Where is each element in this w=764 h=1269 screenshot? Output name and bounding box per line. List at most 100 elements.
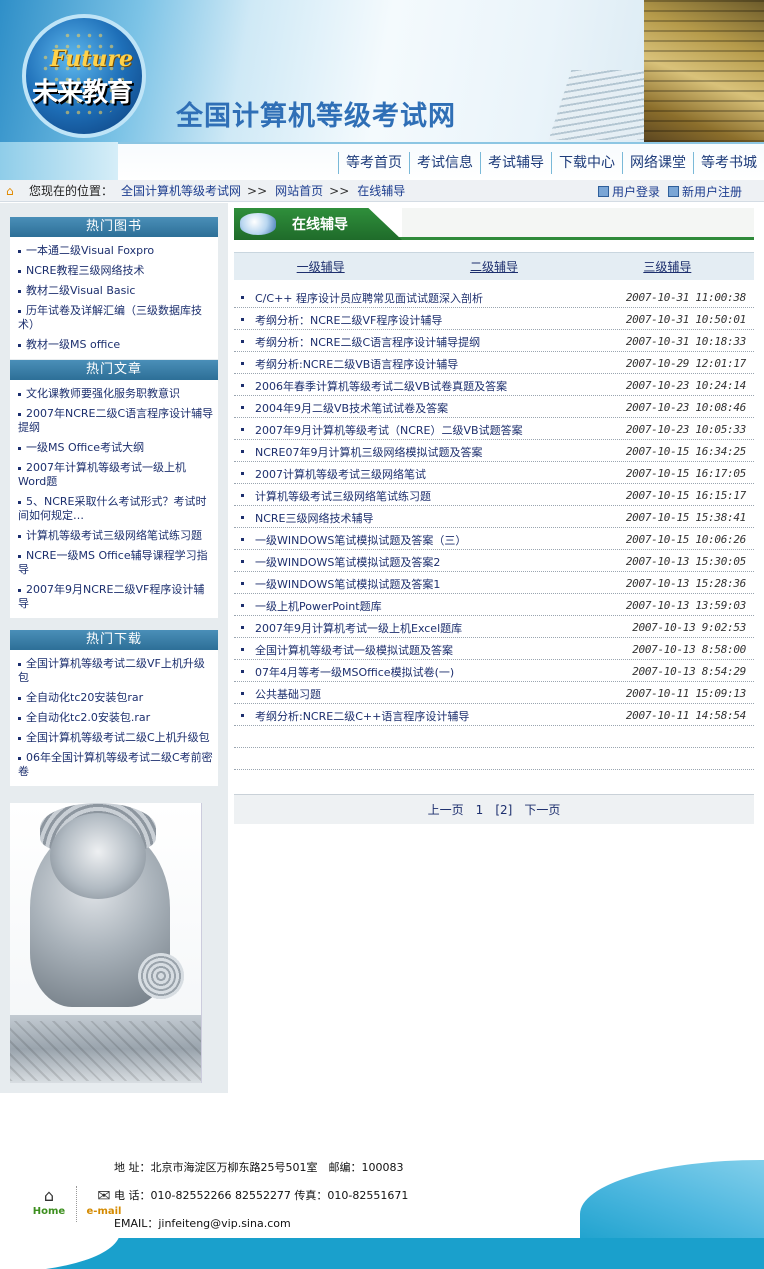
article-title-link[interactable]: 考纲分析：NCRE二级C语言程序设计辅导提纲: [255, 334, 480, 350]
article-row[interactable]: 考纲分析:NCRE二级C++语言程序设计辅导 2007-10-11 14:58:5…: [234, 704, 754, 726]
nav-home[interactable]: 等考首页: [338, 152, 409, 174]
empty-row: [234, 748, 754, 770]
page-2-link[interactable]: [2]: [495, 803, 512, 817]
tab-level-2[interactable]: 二级辅导: [407, 258, 580, 275]
hot-article-link[interactable]: 2007年NCRE二级C语言程序设计辅导提纲: [18, 407, 213, 434]
list-item[interactable]: 一级MS Office考试大纲: [18, 438, 214, 458]
tab-level-1[interactable]: 一级辅导: [234, 258, 407, 275]
nav-online-class[interactable]: 网络课堂: [622, 152, 693, 174]
hot-article-link[interactable]: 计算机等级考试三级网络笔试练习题: [26, 529, 202, 542]
prev-page-link[interactable]: 上一页: [428, 801, 464, 818]
article-row[interactable]: 一级WINDOWS笔试模拟试题及答案2 2007-10-13 15:30:05: [234, 550, 754, 572]
article-row[interactable]: 计算机等级考试三级网络笔试练习题 2007-10-15 16:15:17: [234, 484, 754, 506]
article-row[interactable]: 2004年9月二级VB技术笔试试卷及答案 2007-10-23 10:08:46: [234, 396, 754, 418]
bullet: [18, 269, 21, 273]
hot-download-link[interactable]: 全自动化tc20安装包rar: [26, 691, 143, 704]
list-item[interactable]: 全自动化tc20安装包rar: [18, 688, 214, 708]
article-row[interactable]: 2007年9月计算机等级考试（NCRE）二级VB试题答案 2007-10-23 1…: [234, 418, 754, 440]
article-row[interactable]: NCRE三级网络技术辅导 2007-10-15 15:38:41: [234, 506, 754, 528]
hot-book-link[interactable]: 教材一级MS office: [26, 338, 120, 351]
article-row[interactable]: 全国计算机等级考试一级模拟试题及答案 2007-10-13 8:58:00: [234, 638, 754, 660]
footer-home-link[interactable]: ⌂ Home: [30, 1186, 68, 1222]
article-title-link[interactable]: 一级上机PowerPoint题库: [255, 598, 382, 614]
list-item[interactable]: 文化课教师要强化服务职教意识: [18, 384, 214, 404]
hot-book-link[interactable]: 一本通二级Visual Foxpro: [26, 244, 154, 257]
article-row[interactable]: 考纲分析：NCRE二级C语言程序设计辅导提纲 2007-10-31 10:18:3…: [234, 330, 754, 352]
hot-article-link[interactable]: NCRE一级MS Office辅导课程学习指导: [18, 549, 208, 576]
hot-download-link[interactable]: 全国计算机等级考试二级VF上机升级包: [18, 657, 205, 684]
article-row[interactable]: 2007年9月计算机考试一级上机Excel题库 2007-10-13 9:02:5…: [234, 616, 754, 638]
article-title-link[interactable]: 一级WINDOWS笔试模拟试题及答案1: [255, 576, 440, 592]
article-title-link[interactable]: 2007年9月计算机考试一级上机Excel题库: [255, 620, 462, 636]
bullet: [241, 648, 244, 651]
article-row[interactable]: NCRE07年9月计算机三级网络模拟试题及答案 2007-10-15 16:34:…: [234, 440, 754, 462]
hot-book-link[interactable]: NCRE教程三级网络技术: [26, 264, 145, 277]
footer-email[interactable]: EMAIL：jinfeiteng@vip.sina.com: [114, 1210, 408, 1238]
list-item[interactable]: 历年试卷及详解汇编（三级数据库技术）: [18, 301, 214, 335]
hot-article-link[interactable]: 文化课教师要强化服务职教意识: [26, 387, 180, 400]
article-title-link[interactable]: 公共基础习题: [255, 686, 321, 702]
breadcrumb-home[interactable]: 网站首页: [275, 182, 323, 199]
login-link[interactable]: 用户登录: [597, 183, 660, 200]
breadcrumb-current[interactable]: 在线辅导: [357, 182, 405, 199]
tab-level-3[interactable]: 三级辅导: [581, 258, 754, 275]
nav-download-center[interactable]: 下载中心: [551, 152, 622, 174]
list-item[interactable]: 全国计算机等级考试二级VF上机升级包: [18, 654, 214, 688]
nav-exam-tutoring[interactable]: 考试辅导: [480, 152, 551, 174]
list-item[interactable]: 2007年计算机等级考试一级上机Word题: [18, 458, 214, 492]
list-item[interactable]: 计算机等级考试三级网络笔试练习题: [18, 526, 214, 546]
list-item[interactable]: 全自动化tc2.0安装包.rar: [18, 708, 214, 728]
hot-article-link[interactable]: 一级MS Office考试大纲: [26, 441, 144, 454]
article-title-link[interactable]: C/C++ 程序设计员应聘常见面试试题深入剖析: [255, 290, 483, 306]
article-row[interactable]: 公共基础习题 2007-10-11 15:09:13: [234, 682, 754, 704]
hot-article-link[interactable]: 2007年9月NCRE二级VF程序设计辅导: [18, 583, 204, 610]
nav-bookstore[interactable]: 等考书城: [693, 152, 764, 174]
list-item[interactable]: 教材二级Visual Basic: [18, 281, 214, 301]
article-title-link[interactable]: 一级WINDOWS笔试模拟试题及答案2: [255, 554, 440, 570]
list-item[interactable]: 一本通二级Visual Foxpro: [18, 241, 214, 261]
article-row[interactable]: 2006年春季计算机等级考试二级VB试卷真题及答案 2007-10-23 10:2…: [234, 374, 754, 396]
article-title-link[interactable]: 考纲分析:NCRE二级VB语言程序设计辅导: [255, 356, 458, 372]
list-item[interactable]: 2007年NCRE二级C语言程序设计辅导提纲: [18, 404, 214, 438]
article-row[interactable]: 一级WINDOWS笔试模拟试题及答案（三） 2007-10-15 10:06:26: [234, 528, 754, 550]
hot-book-link[interactable]: 历年试卷及详解汇编（三级数据库技术）: [18, 304, 202, 331]
article-title-link[interactable]: NCRE三级网络技术辅导: [255, 510, 374, 526]
article-title-link[interactable]: 计算机等级考试三级网络笔试练习题: [255, 488, 431, 504]
hot-book-link[interactable]: 教材二级Visual Basic: [26, 284, 135, 297]
hot-download-link[interactable]: 06年全国计算机等级考试二级C考前密卷: [18, 751, 213, 778]
article-row[interactable]: 2007计算机等级考试三级网络笔试 2007-10-15 16:17:05: [234, 462, 754, 484]
article-row[interactable]: 一级上机PowerPoint题库 2007-10-13 13:59:03: [234, 594, 754, 616]
article-title-link[interactable]: 2006年春季计算机等级考试二级VB试卷真题及答案: [255, 378, 507, 394]
hot-download-link[interactable]: 全国计算机等级考试二级C上机升级包: [26, 731, 210, 744]
article-title-link[interactable]: 全国计算机等级考试一级模拟试题及答案: [255, 642, 453, 658]
article-title-link[interactable]: 2004年9月二级VB技术笔试试卷及答案: [255, 400, 448, 416]
nav-exam-info[interactable]: 考试信息: [409, 152, 480, 174]
list-item[interactable]: NCRE一级MS Office辅导课程学习指导: [18, 546, 214, 580]
article-title-link[interactable]: 考纲分析:NCRE二级C++语言程序设计辅导: [255, 708, 469, 724]
hot-article-link[interactable]: 2007年计算机等级考试一级上机Word题: [18, 461, 186, 488]
list-item[interactable]: 全国计算机等级考试二级C上机升级包: [18, 728, 214, 748]
list-item[interactable]: NCRE教程三级网络技术: [18, 261, 214, 281]
article-row[interactable]: 考纲分析:NCRE二级VB语言程序设计辅导 2007-10-29 12:01:17: [234, 352, 754, 374]
article-row[interactable]: 一级WINDOWS笔试模拟试题及答案1 2007-10-13 15:28:36: [234, 572, 754, 594]
list-item[interactable]: 5、NCRE采取什么考试形式？考试时间如何规定…: [18, 492, 214, 526]
list-item[interactable]: 教材一级MS office: [18, 335, 214, 355]
article-row[interactable]: 07年4月等考一级MSOffice模拟试卷(一) 2007-10-13 8:54:…: [234, 660, 754, 682]
hot-download-link[interactable]: 全自动化tc2.0安装包.rar: [26, 711, 150, 724]
article-row[interactable]: 考纲分析：NCRE二级VF程序设计辅导 2007-10-31 10:50:01: [234, 308, 754, 330]
article-title-link[interactable]: 考纲分析：NCRE二级VF程序设计辅导: [255, 312, 442, 328]
hot-article-link[interactable]: 5、NCRE采取什么考试形式？考试时间如何规定…: [18, 495, 207, 522]
list-item[interactable]: 2007年9月NCRE二级VF程序设计辅导: [18, 580, 214, 614]
article-date: 2007-10-15 10:06:26: [625, 533, 746, 546]
article-title-link[interactable]: 2007年9月计算机等级考试（NCRE）二级VB试题答案: [255, 422, 523, 438]
article-title-link[interactable]: NCRE07年9月计算机三级网络模拟试题及答案: [255, 444, 483, 460]
article-row[interactable]: C/C++ 程序设计员应聘常见面试试题深入剖析 2007-10-31 11:00:…: [234, 286, 754, 308]
list-item[interactable]: 06年全国计算机等级考试二级C考前密卷: [18, 748, 214, 782]
article-title-link[interactable]: 07年4月等考一级MSOffice模拟试卷(一): [255, 664, 454, 680]
next-page-link[interactable]: 下一页: [524, 801, 560, 818]
register-link[interactable]: 新用户注册: [667, 183, 742, 200]
breadcrumb-site[interactable]: 全国计算机等级考试网: [121, 182, 241, 199]
article-title-link[interactable]: 一级WINDOWS笔试模拟试题及答案（三）: [255, 532, 466, 548]
article-title-link[interactable]: 2007计算机等级考试三级网络笔试: [255, 466, 426, 482]
breadcrumb-bar: ⌂ 您现在的位置： 全国计算机等级考试网 >> 网站首页 >> 在线辅导 用户登…: [0, 180, 764, 202]
